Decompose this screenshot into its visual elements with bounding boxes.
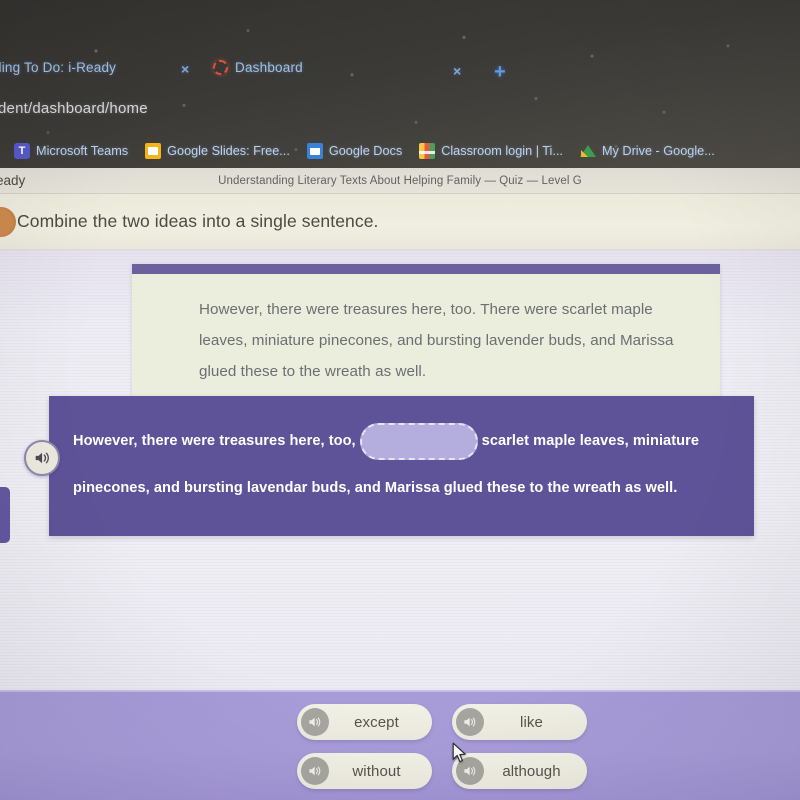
question-instruction: Combine the two ideas into a single sent… [17,211,379,231]
option-chip-except[interactable]: except [297,704,432,740]
bookmark-label: My Drive - Google... [601,144,715,158]
docs-icon [306,143,323,159]
tray-divider [0,690,800,692]
speaker-icon [35,452,49,464]
passage-card: However, there were treasures here, too.… [132,264,720,409]
passage-accent-bar [132,264,720,274]
answer-text-before-blank: However, there were treasures here, too, [73,433,356,449]
passage-text: However, there were treasures here, too.… [199,301,674,380]
browser-tab-0[interactable]: ding To Do: i-Ready [0,60,116,75]
lesson-title: Understanding Literary Texts About Helpi… [218,174,582,187]
screenshot-root: ding To Do: i-Ready × Dashboard × + dent… [0,0,800,800]
question-bar: Combine the two ideas into a single sent… [0,194,800,250]
offscreen-panel-sliver [0,487,10,543]
quiz-content-area: However, there were treasures here, too.… [0,250,800,690]
option-chip-without[interactable]: without [297,753,432,789]
address-bar[interactable]: dent/dashboard/home [0,100,800,126]
option-chip-like[interactable]: like [452,704,587,740]
app-top-bar: eady Understanding Literary Texts About … [0,168,800,194]
bookmark-label: Microsoft Teams [36,144,129,158]
bookmark-google-slides[interactable]: Google Slides: Free... [137,143,299,159]
drive-icon [579,143,596,159]
browser-tab-1-close-icon[interactable]: × [453,63,461,79]
option-speaker-button[interactable] [301,708,329,736]
answer-blank-dropzone[interactable] [359,422,478,460]
bookmark-my-drive[interactable]: My Drive - Google... [572,143,724,159]
speaker-icon [464,717,476,727]
new-tab-button[interactable]: + [494,62,506,82]
option-speaker-button[interactable] [456,708,484,736]
bookmark-label: Google Docs [328,144,403,158]
browser-tab-1[interactable]: Dashboard [213,60,303,75]
bookmark-label: Google Slides: Free... [167,144,290,158]
answer-sentence: However, there were treasures here, too,… [73,418,730,512]
classroom-icon [419,143,436,159]
browser-chrome: ding To Do: i-Ready × Dashboard × + dent… [0,0,800,170]
ready-ring-icon [213,60,228,75]
answer-sentence-card: However, there were treasures here, too,… [49,396,754,536]
speaker-icon [309,717,321,727]
question-number-badge [0,207,16,237]
answer-options-tray: except like without although [0,690,800,800]
option-label: except [354,713,399,731]
answer-options-grid: except like without although [297,704,587,789]
answer-speaker-button[interactable] [24,440,60,476]
speaker-icon [464,766,476,776]
bookmark-microsoft-teams[interactable]: Microsoft Teams [0,143,137,159]
address-bar-url: dent/dashboard/home [0,100,148,117]
bookmark-classroom-login[interactable]: Classroom login | Ti... [411,143,572,159]
speaker-icon [309,766,321,776]
option-label: without [352,762,401,780]
bookmarks-bar: Microsoft Teams Google Slides: Free... G… [0,138,800,164]
browser-tab-0-title: ding To Do: i-Ready [0,60,117,75]
bookmark-google-docs[interactable]: Google Docs [299,143,411,159]
option-chip-although[interactable]: although [452,753,587,789]
option-label: although [502,762,561,780]
slides-icon [145,143,162,159]
browser-tab-strip: ding To Do: i-Ready × Dashboard × [0,52,800,92]
bookmark-label: Classroom login | Ti... [441,144,563,158]
browser-tab-1-title: Dashboard [235,60,303,75]
option-speaker-button[interactable] [456,757,484,785]
browser-tab-0-close-icon[interactable]: × [181,61,189,77]
option-label: like [520,713,543,731]
option-speaker-button[interactable] [301,757,329,785]
teams-icon [14,143,30,159]
